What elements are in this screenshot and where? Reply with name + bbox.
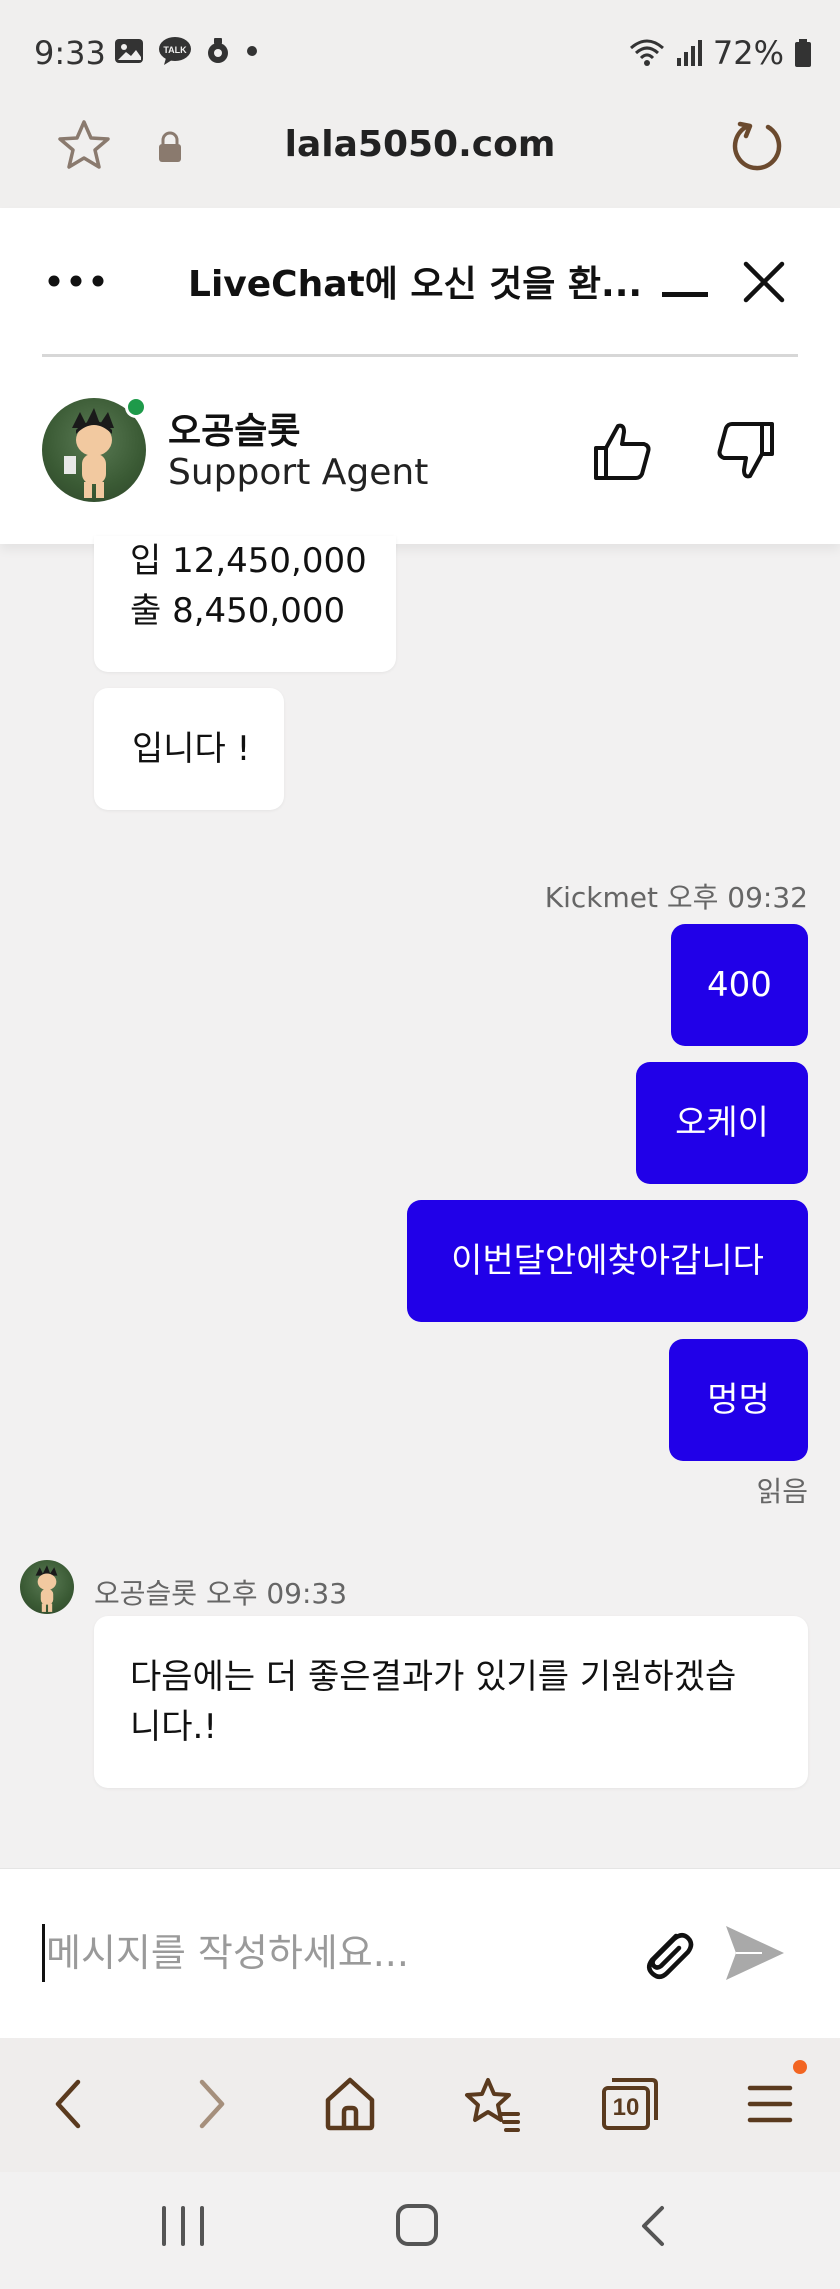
recent-apps-icon[interactable] [158,2204,208,2252]
outgoing-message: 오케이 [636,1062,808,1184]
minimize-button[interactable] [662,292,708,297]
read-receipt: 읽음 [756,1475,808,1508]
status-time: 9:33 [34,34,106,72]
message-line: 다음에는 더 좋은결과가 있기를 기원하겠습 [130,1657,737,1697]
talk-icon: TALK [159,37,191,65]
message-line: 출 8,450,000 [130,591,346,631]
outgoing-message: 400 [671,924,808,1046]
bookmarks-icon[interactable] [460,2074,522,2138]
message-line: 니다.! [130,1707,217,1747]
send-icon[interactable] [722,1922,788,1988]
thumbs-down-icon[interactable] [714,420,776,486]
close-icon[interactable] [742,260,786,308]
status-icons-left: TALK [114,36,260,66]
status-icons-right: 72% [629,34,812,72]
incoming-message: 입니다 ! [94,688,284,810]
notification-dot [793,2060,807,2074]
browser-bottom-nav [0,2038,840,2172]
battery-icon [795,39,811,67]
menu-icon[interactable] [744,2074,796,2138]
system-back-icon[interactable] [636,2202,670,2254]
gallery-icon [115,39,143,63]
thumbs-up-icon[interactable] [592,420,654,486]
message-text: 입니다 ! [132,729,251,769]
home-icon[interactable] [322,2074,378,2138]
forward-icon[interactable] [192,2074,232,2138]
paperclip-icon[interactable] [636,1922,700,1990]
text-caret [42,1924,45,1982]
chat-title: LiveChat에 오신 것을 환... [188,264,643,305]
battery-percent: 72% [712,34,784,72]
outgoing-message: 멍멍 [669,1339,808,1461]
wifi-icon [629,39,664,66]
message-meta: Kickmet 오후 09:32 [544,881,808,914]
more-options-icon[interactable] [46,255,106,309]
url-text[interactable]: lala5050.com [0,124,840,165]
vpn-icon [208,38,228,63]
tab-count: 10 [612,2094,640,2121]
incoming-message: 다음에는 더 좋은결과가 있기를 기원하겠습 니다.! [94,1616,808,1788]
online-status-dot [125,396,147,418]
system-home-icon[interactable] [394,2202,440,2252]
signal-icon [676,40,702,66]
header-divider [42,354,798,357]
outgoing-message: 이번달안에찾아갑니다 [407,1200,808,1322]
incoming-message: 입 12,450,000 출 8,450,000 [94,536,396,672]
message-line: 입 12,450,000 [130,541,367,581]
svg-text:TALK: TALK [163,45,187,55]
message-meta: 오공슬롯 오후 09:33 [94,1577,348,1610]
message-input[interactable] [40,1920,600,1986]
agent-avatar-small [20,1560,74,1614]
dot-icon [247,46,257,56]
agent-name: 오공슬롯 [168,411,301,452]
back-icon[interactable] [48,2074,88,2138]
agent-role: Support Agent [168,452,429,493]
reload-icon[interactable] [728,118,784,178]
